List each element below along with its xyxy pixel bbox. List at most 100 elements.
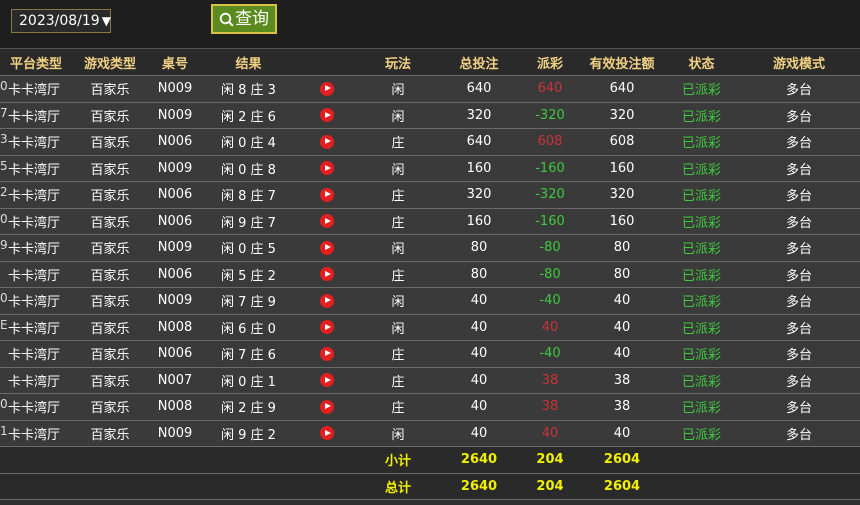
platform-cell: 0 卡卡湾厅 xyxy=(0,287,72,315)
row-edge-text: E xyxy=(0,317,8,332)
status-cell: 已派彩 xyxy=(665,75,738,103)
play-icon[interactable] xyxy=(320,187,334,202)
play-icon[interactable] xyxy=(320,108,334,123)
game-mode-cell: 多台 xyxy=(738,75,860,103)
play-icon[interactable] xyxy=(320,81,334,96)
platform-name: 卡卡湾厅 xyxy=(8,268,61,284)
status-cell: 已派彩 xyxy=(665,155,738,182)
play-icon[interactable] xyxy=(320,267,334,282)
table-row: 卡卡湾厅 百家乐 N007 闲 0 庄 1 庄 40 38 38 已派彩 多台 xyxy=(0,367,860,394)
play-icon[interactable] xyxy=(320,214,334,229)
total-bet-cell: 40 xyxy=(437,393,521,421)
play-icon[interactable] xyxy=(320,134,334,149)
play-icon[interactable] xyxy=(320,240,334,255)
col-result: 结果 xyxy=(202,49,295,76)
game-type-cell: 百家乐 xyxy=(72,208,148,235)
game-type-cell: 百家乐 xyxy=(72,367,148,394)
total-bet-cell: 320 xyxy=(437,102,521,129)
col-bet-type: 玩法 xyxy=(359,49,437,76)
row-edge-text: 0 xyxy=(0,291,8,306)
result-cell: 闲 9 庄 7 xyxy=(202,208,295,235)
status-cell: 已派彩 xyxy=(665,367,738,394)
table-no-cell: N006 xyxy=(148,128,202,156)
row-edge-text: 9 xyxy=(0,238,8,253)
query-label: 查询 xyxy=(235,9,269,29)
play-icon[interactable] xyxy=(320,161,334,176)
date-select[interactable]: 2023/08/19 ▼ xyxy=(11,9,111,33)
replay-cell xyxy=(295,420,359,447)
row-edge-text: 3 xyxy=(0,132,8,147)
table-no-cell: N006 xyxy=(148,261,202,288)
valid-bet-cell: 80 xyxy=(579,234,665,262)
result-cell: 闲 5 庄 2 xyxy=(202,261,295,288)
valid-bet-cell: 40 xyxy=(579,314,665,341)
platform-cell: 9 卡卡湾厅 xyxy=(0,234,72,262)
valid-bet-cell: 38 xyxy=(579,393,665,421)
table-row: 7 卡卡湾厅 百家乐 N009 闲 2 庄 6 闲 320 -320 320 已派彩 多台 xyxy=(0,102,860,129)
table-no-cell: N008 xyxy=(148,393,202,421)
replay-cell xyxy=(295,261,359,288)
total-bet-cell: 640 xyxy=(437,75,521,103)
game-mode-cell: 多台 xyxy=(738,234,860,262)
platform-cell: 0 卡卡湾厅 xyxy=(0,393,72,421)
bet-type-cell: 庄 xyxy=(359,208,437,235)
valid-bet-cell: 80 xyxy=(579,261,665,288)
platform-name: 卡卡湾厅 xyxy=(8,321,61,337)
valid-bet-cell: 160 xyxy=(579,155,665,182)
payout-cell: -40 xyxy=(521,287,579,315)
game-type-cell: 百家乐 xyxy=(72,234,148,262)
table-no-cell: N009 xyxy=(148,102,202,129)
table-row: 0 卡卡湾厅 百家乐 N009 闲 7 庄 9 闲 40 -40 40 已派彩 多台 xyxy=(0,287,860,315)
play-icon[interactable] xyxy=(320,346,334,361)
result-cell: 闲 7 庄 9 xyxy=(202,287,295,315)
bet-type-cell: 庄 xyxy=(359,340,437,368)
grandtotal-total: 2640 xyxy=(437,473,521,500)
game-type-cell: 百家乐 xyxy=(72,128,148,156)
query-button[interactable]: 查询 xyxy=(211,4,277,34)
payout-cell: 38 xyxy=(521,367,579,394)
payout-cell: 640 xyxy=(521,75,579,103)
col-replay xyxy=(295,49,359,76)
platform-cell: 0 卡卡湾厅 xyxy=(0,75,72,103)
play-icon[interactable] xyxy=(320,320,334,335)
replay-cell xyxy=(295,340,359,368)
result-cell: 闲 2 庄 6 xyxy=(202,102,295,129)
platform-name: 卡卡湾厅 xyxy=(8,83,61,99)
game-mode-cell: 多台 xyxy=(738,155,860,182)
row-edge-text: 1 xyxy=(0,423,8,438)
platform-name: 卡卡湾厅 xyxy=(8,348,61,364)
platform-cell: 7 卡卡湾厅 xyxy=(0,102,72,129)
payout-cell: 40 xyxy=(521,420,579,447)
replay-cell xyxy=(295,208,359,235)
subtotal-payout: 204 xyxy=(521,446,579,474)
platform-cell: 卡卡湾厅 xyxy=(0,340,72,368)
valid-bet-cell: 320 xyxy=(579,102,665,129)
status-cell: 已派彩 xyxy=(665,340,738,368)
platform-name: 卡卡湾厅 xyxy=(8,427,61,443)
play-icon[interactable] xyxy=(320,293,334,308)
replay-cell xyxy=(295,128,359,156)
play-icon[interactable] xyxy=(320,399,334,414)
status-cell: 已派彩 xyxy=(665,393,738,421)
play-icon[interactable] xyxy=(320,426,334,441)
bet-type-cell: 闲 xyxy=(359,102,437,129)
replay-cell xyxy=(295,314,359,341)
replay-cell xyxy=(295,102,359,129)
payout-cell: -320 xyxy=(521,102,579,129)
valid-bet-cell: 40 xyxy=(579,287,665,315)
status-cell: 已派彩 xyxy=(665,420,738,447)
play-icon[interactable] xyxy=(320,373,334,388)
col-payout: 派彩 xyxy=(521,49,579,76)
total-bet-cell: 40 xyxy=(437,340,521,368)
payout-cell: 38 xyxy=(521,393,579,421)
payout-cell: -80 xyxy=(521,234,579,262)
col-game-type: 游戏类型 xyxy=(72,49,148,76)
bet-type-cell: 闲 xyxy=(359,420,437,447)
table-no-cell: N006 xyxy=(148,208,202,235)
game-type-cell: 百家乐 xyxy=(72,420,148,447)
result-cell: 闲 7 庄 6 xyxy=(202,340,295,368)
platform-cell: 3 卡卡湾厅 xyxy=(0,128,72,156)
valid-bet-cell: 40 xyxy=(579,420,665,447)
table-no-cell: N009 xyxy=(148,287,202,315)
replay-cell xyxy=(295,367,359,394)
